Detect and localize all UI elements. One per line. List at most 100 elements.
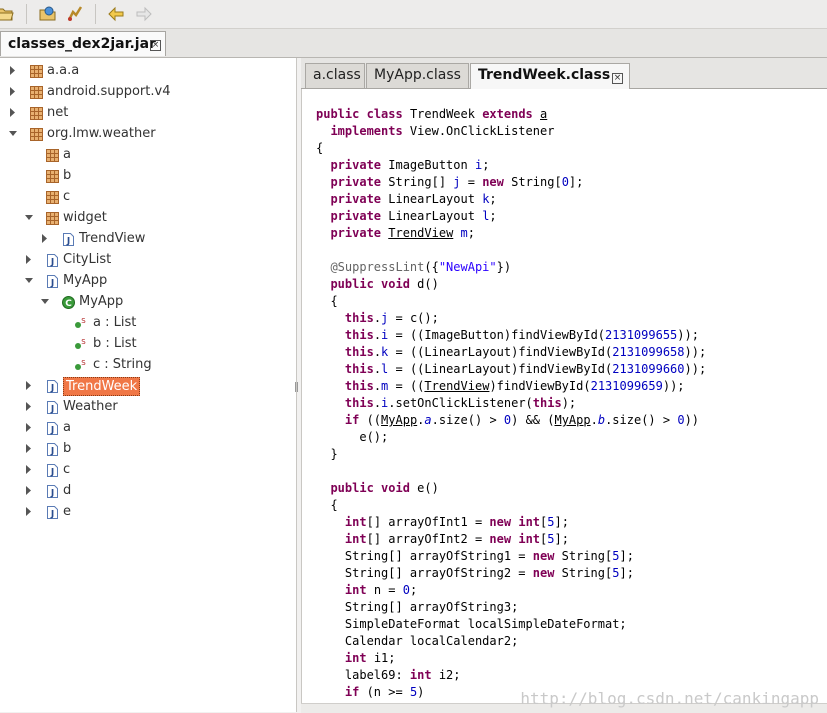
code-line: } (316, 447, 338, 461)
code-line: int i1; (344, 651, 396, 665)
tree-item-label: c (63, 189, 71, 204)
svg-text:J: J (50, 510, 54, 520)
tree-item[interactable]: J Weather (0, 396, 296, 417)
tab-trendweek-class[interactable]: TrendWeek.class × (470, 63, 630, 89)
code-view[interactable]: public class TrendWeek extends a impleme… (301, 89, 827, 712)
tab-label: a.class (313, 67, 361, 83)
forward-arrow-icon[interactable] (135, 5, 153, 23)
collapsed-arrow-icon[interactable] (8, 102, 18, 123)
expanded-arrow-icon[interactable] (24, 270, 34, 291)
code-line: @SuppressLint({"NewApi"}) (330, 260, 512, 274)
splitter-handle[interactable] (295, 380, 299, 394)
collapsed-arrow-icon[interactable] (24, 438, 34, 459)
collapsed-arrow-icon[interactable] (40, 228, 50, 249)
tree-item-label: Weather (63, 399, 118, 414)
tree-item[interactable]: Sc : String (0, 354, 296, 375)
back-arrow-icon[interactable] (107, 5, 125, 23)
tree-item-label: org.lmw.weather (47, 126, 156, 141)
java-file-icon: J (62, 232, 75, 247)
toolbar-separator (26, 4, 27, 24)
code-line: private String[] j = new String[0]; (330, 175, 584, 189)
tree-item[interactable]: Sa : List (0, 312, 296, 333)
expanded-arrow-icon[interactable] (24, 207, 34, 228)
code-line: String[] arrayOfString2 = new String[5]; (316, 566, 634, 580)
tree-item-label: MyApp (63, 273, 108, 288)
svg-text:S: S (81, 338, 86, 346)
tree-item[interactable]: J TrendWeek (0, 375, 296, 396)
code-line: this.j = c(); (344, 311, 439, 325)
tree-item[interactable]: Jb (0, 438, 296, 459)
tree-item[interactable]: widget (0, 207, 296, 228)
code-line: int[] arrayOfInt1 = new int[5]; (344, 515, 569, 529)
java-file-icon: J (46, 421, 59, 436)
tree-item-label: TrendWeek (63, 377, 141, 396)
tree-item[interactable]: Jc (0, 459, 296, 480)
collapsed-arrow-icon[interactable] (24, 501, 34, 522)
package-icon (30, 64, 43, 78)
static-field-icon: S (74, 337, 87, 350)
class-tree: a.a.a android.support.v4 net org.lmw.weathe… (0, 58, 297, 712)
tree-item-label: a (63, 420, 71, 435)
tree-item[interactable]: b (0, 165, 296, 186)
collapsed-arrow-icon[interactable] (24, 249, 34, 270)
tree-item[interactable]: J MyApp (0, 270, 296, 291)
tree-item[interactable]: net (0, 102, 296, 123)
tree-item[interactable]: Je (0, 501, 296, 522)
tree-item-label: CityList (63, 252, 112, 267)
svg-text:S: S (81, 359, 86, 367)
tree-item[interactable]: a (0, 144, 296, 165)
collapsed-arrow-icon[interactable] (24, 459, 34, 480)
tree-item[interactable]: android.support.v4 (0, 81, 296, 102)
tree-item[interactable]: Sb : List (0, 333, 296, 354)
editor-tab-bar: a.class MyApp.class TrendWeek.class × (301, 58, 827, 89)
svg-text:J: J (50, 258, 54, 268)
expanded-arrow-icon[interactable] (40, 291, 50, 312)
static-field-icon: S (74, 358, 87, 371)
static-field-icon: S (74, 316, 87, 329)
code-line: this.i.setOnClickListener(this); (344, 396, 577, 410)
file-tab-bar: classes_dex2jar.jar × (0, 29, 827, 58)
java-file-icon: J (46, 274, 59, 289)
code-line: private ImageButton i; (330, 158, 490, 172)
class-icon: C (62, 295, 75, 309)
tree-item[interactable]: J TrendView (0, 228, 296, 249)
run-icon[interactable] (66, 5, 84, 23)
toolbar (0, 0, 827, 29)
tree-item[interactable]: org.lmw.weather (0, 123, 296, 144)
java-file-icon: J (46, 505, 59, 520)
close-icon[interactable]: × (612, 73, 623, 84)
tree-item[interactable]: Jd (0, 480, 296, 501)
package-icon (46, 190, 59, 204)
svg-text:J: J (50, 279, 54, 289)
tree-item[interactable]: C MyApp (0, 291, 296, 312)
tree-item[interactable]: J CityList (0, 249, 296, 270)
tree-item[interactable]: Ja (0, 417, 296, 438)
tree-item[interactable]: a.a.a (0, 60, 296, 81)
tab-label: MyApp.class (374, 67, 461, 83)
code-line: public void d() (330, 277, 439, 291)
tree-item-label: android.support.v4 (47, 84, 171, 99)
tree-item[interactable]: c (0, 186, 296, 207)
close-icon[interactable]: × (150, 40, 161, 51)
tree-item-label: b (63, 168, 72, 183)
svg-text:J: J (50, 489, 54, 499)
tree-item-label: net (47, 105, 69, 120)
collapsed-arrow-icon[interactable] (8, 81, 18, 102)
tree-item-label: TrendView (79, 231, 146, 246)
collapsed-arrow-icon[interactable] (24, 480, 34, 501)
collapsed-arrow-icon[interactable] (24, 375, 34, 396)
collapsed-arrow-icon[interactable] (24, 417, 34, 438)
expanded-arrow-icon[interactable] (8, 123, 18, 144)
package-icon (46, 169, 59, 183)
collapsed-arrow-icon[interactable] (24, 396, 34, 417)
file-tab-classes-dex2jar[interactable]: classes_dex2jar.jar × (0, 31, 166, 56)
open-folder-icon[interactable] (0, 5, 14, 23)
package-icon (30, 127, 43, 141)
code-line: { (316, 498, 338, 512)
tab-a-class[interactable]: a.class (305, 63, 365, 88)
code-line: String[] arrayOfString3; (316, 600, 519, 614)
tab-myapp-class[interactable]: MyApp.class (366, 63, 469, 88)
open-type-icon[interactable] (39, 5, 57, 23)
svg-text:J: J (50, 384, 54, 394)
collapsed-arrow-icon[interactable] (8, 60, 18, 81)
